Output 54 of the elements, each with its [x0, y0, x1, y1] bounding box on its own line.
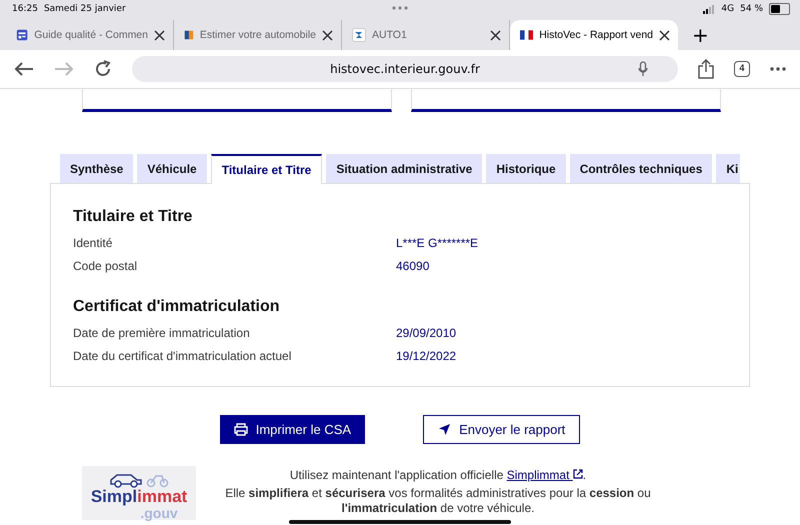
field-label: Date du certificat d'immatriculation actuel	[73, 349, 292, 365]
field-label: Identité	[73, 236, 114, 252]
field-value: L***E G*******E	[396, 236, 478, 252]
section-title: Titulaire et Titre	[73, 208, 194, 226]
page-tab[interactable]: Situation administrative	[326, 154, 482, 183]
page-tab[interactable]: Synthèse	[60, 154, 134, 183]
battery-label: 54 %	[740, 4, 763, 14]
tab-title: HistoVec - Rapport vend	[539, 29, 653, 41]
new-tab-button[interactable]: +	[678, 20, 723, 50]
address-field[interactable]: histovec.interieur.gouv.fr	[132, 56, 678, 82]
site-icon	[184, 28, 194, 42]
tab-title: Guide qualité - Commen	[34, 29, 148, 41]
reload-icon[interactable]	[94, 60, 112, 78]
send-button[interactable]: Envoyer le rapport	[423, 415, 580, 444]
send-icon	[438, 423, 452, 436]
more-icon[interactable]	[770, 67, 786, 71]
field-value: 46090	[396, 259, 430, 275]
flag-icon	[520, 30, 534, 40]
page-tab[interactable]: Véhicule	[137, 154, 207, 183]
page-tab[interactable]: Contrôles techniques	[570, 154, 712, 183]
promo-text: Utilisez maintenant l'application officielle Simplimmat .	[288, 468, 588, 483]
document-icon	[16, 28, 28, 42]
network-label: 4G	[721, 4, 734, 14]
status-time: 16:25	[12, 4, 38, 14]
battery-icon	[769, 3, 790, 15]
print-button[interactable]: Imprimer le CSA	[220, 415, 366, 444]
close-icon[interactable]	[322, 30, 333, 40]
browser-tab[interactable]: HistoVec - Rapport vend	[510, 20, 678, 50]
more-dots-icon	[392, 6, 408, 10]
field-value: 29/09/2010	[396, 326, 456, 342]
simplimmat-logo: Simplimmat .gouv	[82, 466, 196, 520]
simplimmat-link[interactable]: Simplimmat	[506, 468, 583, 482]
site-icon	[352, 28, 366, 42]
tab-title: AUTO1	[372, 29, 407, 41]
field-label: Date de première immatriculation	[73, 326, 251, 342]
close-icon[interactable]	[154, 30, 165, 40]
section-title: Certificat d'immatriculation	[73, 298, 281, 316]
tab-count-button[interactable]: 4	[734, 61, 750, 77]
tab-title: Estimer votre automobile	[200, 29, 316, 41]
signal-icon	[703, 4, 716, 14]
field-value: 19/12/2022	[396, 349, 456, 365]
external-link-icon	[572, 469, 583, 479]
page-tab[interactable]: Ki	[716, 154, 740, 183]
promo-text: Elle simplifiera et sécurisera vos formalités administratives pour la cession ou l'immatriculation de votre véhicule.	[224, 486, 652, 516]
page-tab[interactable]: Historique	[486, 154, 566, 183]
page-tab[interactable]: Titulaire et Titre	[210, 154, 322, 184]
status-date: Samedi 25 janvier	[44, 4, 126, 14]
share-icon[interactable]	[698, 59, 714, 79]
close-icon[interactable]	[490, 30, 501, 40]
back-icon[interactable]	[14, 61, 34, 77]
microphone-icon[interactable]	[638, 61, 648, 77]
printer-icon	[234, 423, 248, 436]
field-label: Code postal	[73, 259, 138, 275]
close-icon[interactable]	[659, 30, 670, 40]
